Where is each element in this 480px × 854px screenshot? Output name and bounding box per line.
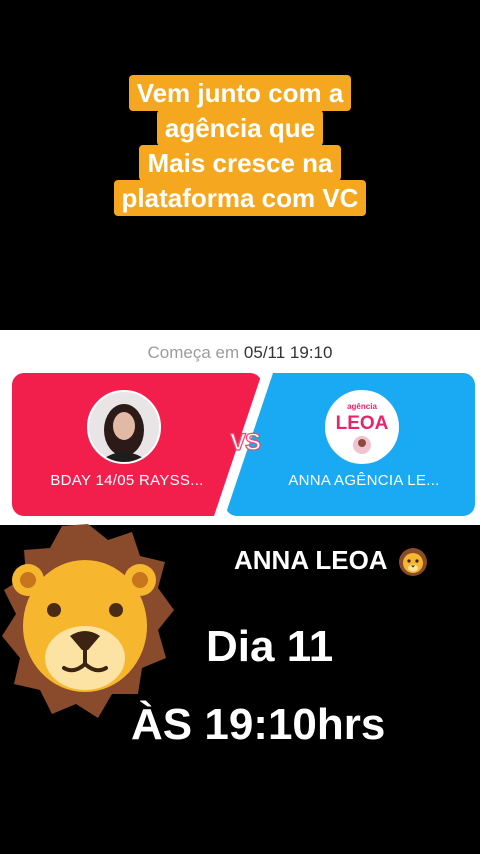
left-avatar[interactable] xyxy=(87,390,161,464)
caption-box: Vem junto com a agência que Mais cresce … xyxy=(0,75,480,216)
woman-avatar-icon xyxy=(89,392,159,462)
right-avatar[interactable]: agência LEOA xyxy=(325,390,399,464)
logo-main-text: LEOA xyxy=(336,413,389,434)
vs-icon: VS xyxy=(229,428,262,456)
caption-line-3: Mais cresce na xyxy=(139,145,341,181)
overlay-title-text: ANNA LEOA xyxy=(234,545,387,575)
starts-date: 05/11 19:10 xyxy=(243,343,333,362)
logo-top-text: agência xyxy=(347,402,377,411)
battle-start-time: Começa em 05/11 19:10 xyxy=(0,343,480,363)
caption-line-1: Vem junto com a xyxy=(128,75,352,111)
small-lion-icon xyxy=(398,548,427,577)
vs-badge: VS xyxy=(229,426,263,463)
vs-text: VS xyxy=(230,429,261,456)
right-team-name: ANNA AGÊNCIA LE... xyxy=(288,472,440,489)
event-day: Dia 11 xyxy=(206,622,334,671)
overlay-title: ANNA LEOA xyxy=(234,545,428,577)
leoa-agency-logo-icon: agência LEOA xyxy=(327,392,397,462)
caption-line-4: plataforma com VC xyxy=(113,180,367,216)
caption-line-2: agência que xyxy=(156,110,324,146)
starts-label: Começa em xyxy=(147,343,240,362)
event-time: ÀS 19:10hrs xyxy=(131,700,386,749)
